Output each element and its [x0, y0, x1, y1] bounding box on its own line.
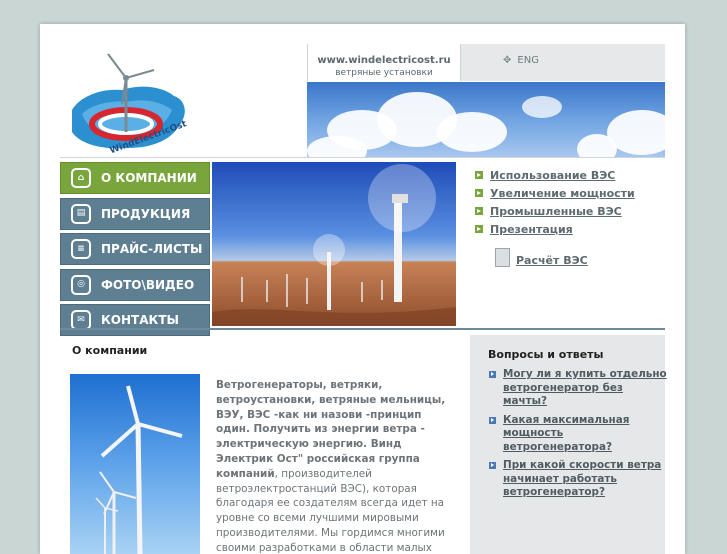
wind-farm-photo [212, 162, 456, 326]
language-bar: ✥ ENG [461, 44, 665, 81]
mail-icon: ✉ [71, 310, 91, 330]
link-label: Использование ВЭС [490, 168, 616, 182]
nav-label: ФОТО\ВИДЕО [101, 277, 195, 292]
arrow-bullet-icon [489, 416, 496, 424]
about-text-regular: , производителей ветроэлектростанций ВЭС… [216, 467, 445, 554]
arrow-bullet-icon [475, 171, 483, 179]
calc-link[interactable]: Расчёт ВЭС [475, 248, 675, 267]
site-tagline: ветряные установки [335, 68, 433, 78]
link-industrial[interactable]: Промышленные ВЭС [475, 202, 675, 220]
faq-title: Вопросы и ответы [488, 348, 604, 361]
site-url-block: www.windelectricost.ru ветряные установк… [307, 44, 461, 81]
document-icon: ≡ [71, 239, 91, 259]
nav-item-contacts[interactable]: ✉ КОНТАКТЫ [60, 304, 210, 336]
arrow-bullet-icon [489, 371, 496, 378]
arrow-bullet-icon [475, 225, 483, 233]
nav-item-price-lists[interactable]: ≡ ПРАЙС-ЛИСТЫ [60, 233, 210, 265]
about-text-bold: Ветрогенераторы, ветряки, ветроустановки… [216, 379, 446, 480]
link-label: Увеличение мощности [490, 186, 635, 200]
faq-question: Какая максимальная мощность ветрогенерат… [503, 413, 630, 453]
nav-label: КОНТАКТЫ [101, 313, 179, 327]
language-label: ENG [517, 55, 539, 66]
camera-icon: ◎ [71, 274, 91, 295]
link-power-increase[interactable]: Увеличение мощности [475, 184, 675, 202]
quick-links: Использование ВЭС Увеличение мощности Пр… [475, 166, 675, 267]
main-nav: ⌂ О КОМПАНИИ ▤ ПРОДУКЦИЯ ≡ ПРАЙС-ЛИСТЫ ◎… [60, 162, 210, 340]
link-label: Промышленные ВЭС [490, 204, 622, 218]
arrow-bullet-icon [489, 462, 496, 469]
about-text: Ветрогенераторы, ветряки, ветроустановки… [216, 378, 456, 554]
faq-panel: Вопросы и ответы Могу ли я купить отдель… [470, 335, 667, 554]
faq-list: Могу ли я купить отдельно ветрогенератор… [489, 368, 667, 505]
nav-label: ПРОДУКЦИЯ [101, 206, 191, 221]
nav-label: О КОМПАНИИ [101, 171, 197, 185]
section-divider [60, 328, 665, 330]
nav-label: ПРАЙС-ЛИСТЫ [101, 242, 203, 256]
calculator-icon [495, 248, 510, 267]
page-container: WindElectricOst www.windelectricost.ru в… [40, 24, 685, 554]
faq-question: При какой скорости ветра начинает работа… [503, 459, 662, 498]
faq-item[interactable]: Могу ли я купить отдельно ветрогенератор… [489, 368, 667, 409]
faq-question: Могу ли я купить отдельно ветрогенератор… [503, 368, 667, 407]
faq-item[interactable]: При какой скорости ветра начинает работа… [489, 459, 667, 500]
calc-label: Расчёт ВЭС [516, 254, 588, 267]
sky-banner-image [307, 82, 665, 158]
faq-item[interactable]: Какая максимальная мощность ветрогенерат… [489, 414, 667, 455]
link-label: Презентация [490, 222, 573, 236]
nav-item-products[interactable]: ▤ ПРОДУКЦИЯ [60, 197, 210, 230]
product-icon: ▤ [71, 203, 91, 224]
header-divider [60, 157, 665, 158]
site-url: www.windelectricost.ru [317, 55, 451, 66]
language-switch[interactable]: ✥ ENG [503, 55, 539, 66]
company-logo[interactable]: WindElectricOst [62, 48, 192, 158]
nav-item-photo-video[interactable]: ◎ ФОТО\ВИДЕО [60, 268, 210, 301]
link-wind-usage[interactable]: Использование ВЭС [475, 166, 675, 184]
arrow-bullet-icon [475, 189, 483, 197]
nav-item-about[interactable]: ⌂ О КОМПАНИИ [60, 162, 210, 194]
turbine-photo [70, 374, 200, 554]
link-presentation[interactable]: Презентация [475, 220, 675, 238]
arrow-bullet-icon [475, 207, 483, 215]
globe-icon: ✥ [503, 55, 512, 66]
about-title: О компании [72, 344, 148, 357]
home-icon: ⌂ [71, 168, 91, 188]
